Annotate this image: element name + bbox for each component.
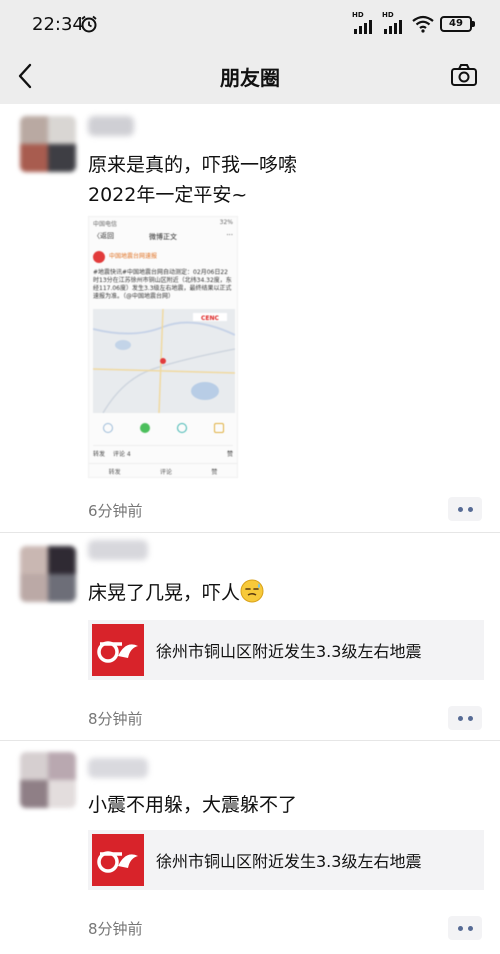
image-action-icons (89, 423, 237, 433)
post-image[interactable]: 中国电信 32% 〈返回 ··· 微博正文 中国地震台网速报 #地震快讯#中国地… (88, 216, 238, 478)
post-divider (0, 532, 500, 533)
link-card[interactable]: 徐州市铜山区附近发生3.3级左右地震 (88, 620, 484, 680)
news-logo-thumbnail (92, 834, 144, 886)
image-carrier: 中国电信 (93, 221, 118, 228)
link-title: 徐州市铜山区附近发生3.3级左右地震 (156, 642, 422, 661)
avatar[interactable] (20, 116, 76, 172)
status-bar: 22:34 HD HD 49 (0, 0, 500, 48)
post-text: 原来是真的，吓我一哆嗦 2022年一定平安~ (88, 154, 298, 206)
image-tab: 评论 4 (113, 451, 131, 458)
more-actions-button[interactable] (448, 706, 482, 730)
post-time: 8分钟前 (88, 920, 143, 938)
post-text: 小震不用躲，大震躲不了 (88, 794, 298, 816)
image-bottom-bar: 转发 评论 赞 (89, 463, 237, 476)
news-logo-thumbnail (92, 624, 144, 676)
status-time: 22:34 (32, 14, 84, 35)
alarm-icon (81, 15, 97, 33)
nickname[interactable] (88, 116, 134, 136)
post-divider (0, 740, 500, 741)
post-time: 6分钟前 (88, 502, 143, 520)
image-tab: 转发 (93, 451, 106, 458)
signal-hd-icon: HD (382, 11, 406, 34)
page-title: 朋友圈 (220, 66, 280, 90)
post-time: 8分钟前 (88, 710, 143, 728)
image-battery: 32% (219, 219, 233, 226)
battery-icon: 49 (440, 16, 475, 32)
image-account-logo (93, 251, 105, 263)
more-actions-button[interactable] (448, 916, 482, 940)
map-logo-text: CENC (201, 315, 220, 322)
image-bottom-item: 评论 (159, 469, 172, 476)
map-graphic: CENC (93, 309, 235, 413)
image-bottom-item: 赞 (211, 469, 218, 476)
image-body-text: #地震快讯#中国地震台网自动测定：02月06日22时13分在江苏徐州市铜山区附近… (93, 269, 232, 300)
image-account-name: 中国地震台网速报 (109, 253, 158, 260)
post-text: 床晃了几晃，吓人 (88, 578, 264, 608)
image-status-bar: 中国电信 32% (89, 217, 237, 228)
top-nav-bar: 朋友圈 (0, 48, 500, 104)
nickname[interactable] (88, 540, 148, 560)
image-map: CENC (93, 309, 235, 413)
wifi-icon (412, 15, 434, 33)
camera-icon[interactable] (450, 62, 478, 88)
avatar[interactable] (20, 752, 76, 808)
post-text-content: 床晃了几晃，吓人 (88, 582, 241, 604)
link-card[interactable]: 徐州市铜山区附近发生3.3级左右地震 (88, 830, 484, 890)
avatar[interactable] (20, 546, 76, 602)
image-page-title: 微博正文 (149, 233, 177, 241)
nickname[interactable] (88, 758, 148, 778)
signal-hd-icon: HD (352, 11, 376, 34)
image-tabs: 转发 评论 4 赞 (93, 445, 233, 458)
image-bottom-item: 转发 (108, 469, 121, 476)
more-actions-button[interactable] (448, 497, 482, 521)
link-title: 徐州市铜山区附近发生3.3级左右地震 (156, 852, 422, 871)
sweat-emoji (240, 579, 264, 603)
image-tab: 赞 (226, 451, 233, 458)
